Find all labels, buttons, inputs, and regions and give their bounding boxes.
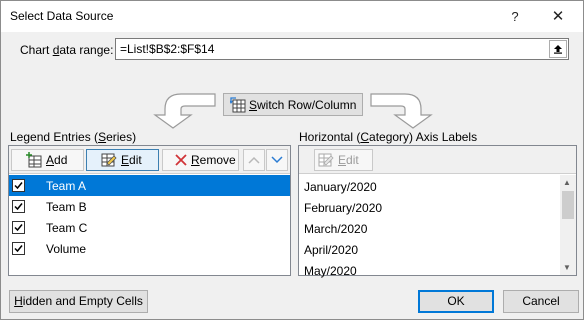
dialog-title: Select Data Source	[10, 9, 114, 23]
help-button[interactable]: ?	[498, 1, 532, 32]
title-bar: Select Data Source ? ✕	[1, 1, 583, 32]
upload-arrow-icon	[554, 45, 562, 54]
scroll-up-arrow-icon[interactable]: ▲	[563, 178, 571, 187]
series-row-team-c[interactable]: Team C	[9, 217, 290, 238]
chart-data-range-input[interactable]: =List!$B$2:$F$14	[115, 38, 569, 60]
range-collapse-button[interactable]	[549, 40, 567, 58]
series-label: Team C	[46, 221, 88, 235]
axis-label-item[interactable]: February/2020	[299, 196, 561, 217]
scroll-down-arrow-icon[interactable]: ▼	[563, 263, 571, 272]
series-row-team-b[interactable]: Team B	[9, 196, 290, 217]
scrollbar-thumb[interactable]	[562, 191, 574, 219]
cancel-button[interactable]: Cancel	[503, 290, 579, 313]
series-checkbox[interactable]	[12, 200, 25, 213]
chevron-down-icon	[271, 156, 283, 164]
series-label: Team B	[46, 200, 87, 214]
checkmark-icon	[14, 245, 23, 253]
series-checkbox[interactable]	[12, 179, 25, 192]
checkmark-icon	[14, 224, 23, 232]
remove-series-button[interactable]: Remove	[162, 149, 239, 171]
ok-button[interactable]: OK	[418, 290, 494, 313]
axis-label-item[interactable]: May/2020	[299, 259, 561, 280]
move-down-button[interactable]	[266, 149, 288, 171]
add-series-button[interactable]: Add	[11, 149, 84, 171]
chevron-up-icon	[248, 156, 260, 164]
axis-label-item[interactable]: March/2020	[299, 217, 561, 238]
curved-arrow-left-icon	[153, 93, 216, 129]
checkmark-icon	[14, 182, 23, 190]
move-up-button[interactable]	[243, 149, 265, 171]
series-checkbox[interactable]	[12, 242, 25, 255]
checkmark-icon	[14, 203, 23, 211]
axis-labels-scrollbar[interactable]: ▲ ▼	[560, 175, 576, 275]
edit-series-button[interactable]: Edit	[86, 149, 159, 171]
remove-x-icon	[175, 154, 187, 166]
chart-data-range-value[interactable]: =List!$B$2:$F$14	[120, 42, 214, 56]
switch-row-column-label: Switch Row/Column	[249, 97, 357, 112]
axis-labels-panel: Edit January/2020 February/2020 March/20…	[298, 145, 577, 278]
axis-label-item[interactable]: January/2020	[299, 175, 561, 196]
close-button[interactable]: ✕	[541, 1, 575, 32]
remove-series-label: Remove	[191, 153, 236, 167]
switch-row-column-button[interactable]: Switch Row/Column	[223, 93, 363, 116]
curved-arrow-right-icon	[370, 93, 433, 129]
chart-data-range-label: Chart data range:	[20, 43, 114, 57]
edit-table-icon	[318, 153, 334, 167]
series-row-volume[interactable]: Volume	[9, 238, 290, 259]
axis-labels-list: January/2020 February/2020 March/2020 Ap…	[299, 175, 561, 280]
series-checkbox[interactable]	[12, 221, 25, 234]
series-label: Team A	[46, 179, 87, 193]
edit-axis-labels-label: Edit	[338, 153, 359, 167]
edit-table-icon	[101, 153, 117, 167]
axis-label-item[interactable]: April/2020	[299, 238, 561, 259]
series-label: Volume	[46, 242, 87, 256]
legend-entries-panel: Add Edit Remove Team A Team B Team C Vol…	[8, 145, 291, 276]
add-table-icon	[26, 152, 42, 168]
hidden-empty-cells-button[interactable]: Hidden and Empty Cells	[9, 290, 148, 313]
series-list: Team A Team B Team C Volume	[9, 175, 290, 259]
edit-series-label: Edit	[121, 153, 142, 167]
series-row-team-a[interactable]: Team A	[9, 175, 290, 196]
select-data-source-dialog: Select Data Source ? ✕ Chart data range:…	[0, 0, 584, 320]
legend-toolbar: Add Edit Remove	[9, 146, 290, 174]
axis-labels-heading: Horizontal (Category) Axis Labels	[299, 130, 478, 144]
edit-axis-labels-button[interactable]: Edit	[314, 149, 373, 171]
add-series-label: Add	[46, 153, 68, 167]
axis-toolbar: Edit	[299, 146, 576, 174]
switch-grid-icon	[230, 96, 246, 112]
legend-entries-heading: Legend Entries (Series)	[10, 130, 137, 144]
